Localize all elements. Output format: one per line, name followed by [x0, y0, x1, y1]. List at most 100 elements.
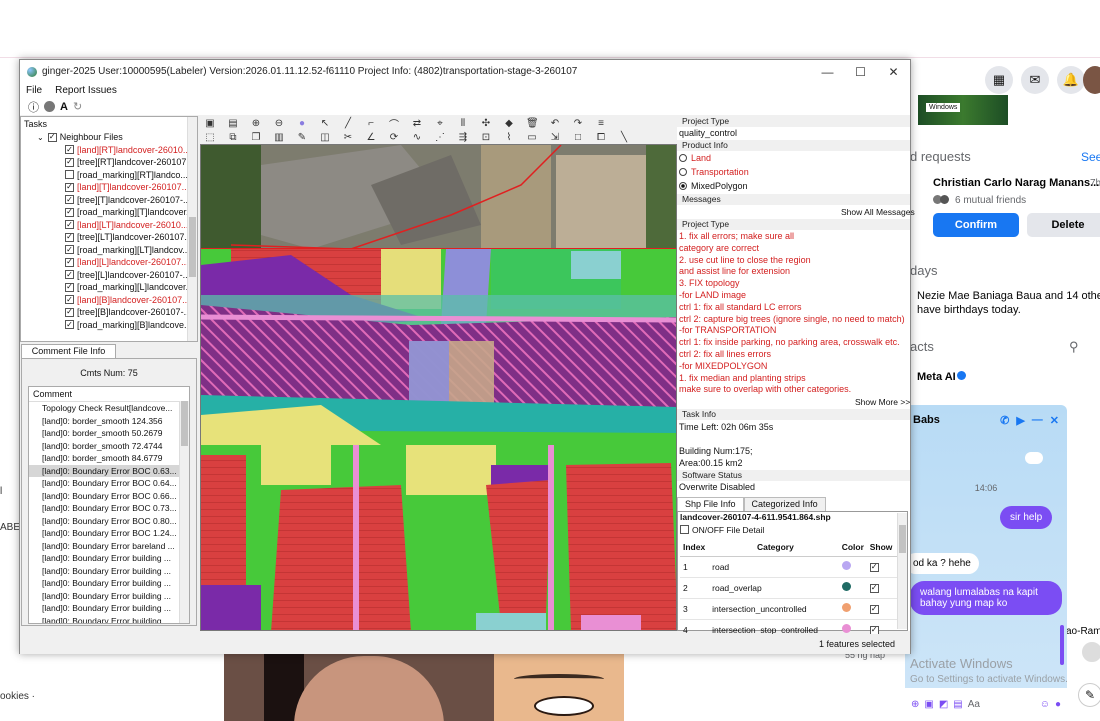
tree-item[interactable]: ✓ [land][L]landcover-260107...	[21, 256, 197, 269]
draw-corner-icon[interactable]: ⌐	[365, 118, 377, 129]
redo-icon[interactable]: ↷	[572, 118, 584, 129]
contact-avatar[interactable]	[1080, 640, 1100, 664]
tree-item-checkbox[interactable]: ✓	[65, 245, 74, 255]
tree-item-checkbox[interactable]: ✓	[65, 295, 74, 305]
comment-row[interactable]: [land]0: border_smooth 124.356	[29, 415, 181, 428]
comment-row[interactable]: [land]0: border_smooth 72.4744	[29, 440, 181, 453]
tree-item[interactable]: ✓ [road_marking][L]landcover...	[21, 281, 197, 294]
tree-item-checkbox[interactable]: ✓	[65, 270, 74, 280]
comment-row[interactable]: [land]0: Boundary Error BOC 0.64...	[29, 477, 181, 490]
table-row[interactable]: 1 road ✓	[680, 556, 897, 578]
tasks-scrollbar[interactable]	[187, 117, 197, 341]
table-row[interactable]: 2 road_overlap ✓	[680, 577, 897, 599]
tree-item-checkbox[interactable]	[65, 170, 74, 180]
tab-shp-file-info[interactable]: Shp File Info	[677, 497, 744, 511]
onoff-row[interactable]: ON/OFF File Detail	[678, 523, 907, 536]
radio-land[interactable]	[679, 154, 687, 162]
menu-report-issues[interactable]: Report Issues	[55, 85, 117, 96]
tree-group[interactable]: ⌄ ✓ Neighbour Files	[21, 131, 197, 144]
chat-input-field[interactable]: Aa	[968, 699, 1035, 710]
messenger-icon[interactable]: ✉	[1021, 66, 1049, 94]
tab-categorized-info[interactable]: Categorized Info	[743, 497, 826, 511]
show-all-messages-button[interactable]: Show All Messages	[839, 207, 915, 217]
delete-icon[interactable]: 🗑	[526, 118, 539, 129]
tree-item[interactable]: [road_marking][RT]landco...	[21, 169, 197, 182]
tree-item[interactable]: ✓ [land][T]landcover-260107...	[21, 181, 197, 194]
draw-line-icon[interactable]: ╱	[342, 118, 354, 129]
tree-item-checkbox[interactable]: ✓	[65, 157, 74, 167]
expand-chevron-icon[interactable]: ⌄	[37, 133, 44, 142]
edit-icon[interactable]: ✎	[296, 132, 308, 143]
map-image-icon[interactable]: ▣	[204, 118, 216, 129]
copy-icon[interactable]: ❐	[250, 132, 262, 143]
select-point-icon[interactable]: ●	[296, 118, 308, 129]
delete-button[interactable]: Delete	[1027, 213, 1100, 237]
angle-icon[interactable]: ∠	[365, 132, 377, 143]
table-row[interactable]: 3 intersection_uncontrolled ✓	[680, 598, 897, 620]
emoji-icon[interactable]: ☺	[1040, 699, 1050, 710]
rect-tool-icon[interactable]: ▭	[526, 132, 538, 143]
rotate-icon[interactable]: ⟳	[388, 132, 400, 143]
tree-item-checkbox[interactable]: ✓	[65, 257, 74, 267]
comment-row[interactable]: [land]0: border_smooth 50.2679	[29, 427, 181, 440]
tree-item-checkbox[interactable]: ✓	[65, 232, 74, 242]
show-checkbox[interactable]: ✓	[869, 583, 879, 593]
tree-item[interactable]: ✓ [land][LT]landcover-26010...	[21, 219, 197, 232]
tree-item[interactable]: ✓ [land][RT]landcover-26010...	[21, 144, 197, 157]
gif-icon[interactable]: ▤	[953, 699, 962, 710]
sticker-icon[interactable]: ◩	[939, 699, 948, 710]
close-button[interactable]: ✕	[877, 65, 910, 79]
show-more-button[interactable]: Show More >>	[853, 397, 910, 407]
notifications-icon[interactable]: 🔔	[1057, 66, 1085, 94]
tree-item-checkbox[interactable]: ✓	[65, 207, 74, 217]
menu-grid-icon[interactable]: ▦	[985, 66, 1013, 94]
tree-item[interactable]: ✓ [tree][LT]landcover-260107...	[21, 231, 197, 244]
tree-item-checkbox[interactable]: ✓	[65, 182, 74, 192]
tree-item-checkbox[interactable]: ✓	[65, 195, 74, 205]
curve-tool-icon[interactable]: ⌇	[503, 132, 515, 143]
tree-item-checkbox[interactable]: ✓	[65, 145, 74, 155]
comment-row[interactable]: [land]0: Boundary Error building ...	[29, 590, 181, 603]
menu-icon[interactable]: ≡	[595, 118, 607, 129]
layer-icon[interactable]: ◫	[319, 132, 331, 143]
close-icon[interactable]: ✕	[1050, 414, 1059, 427]
side-contact-name[interactable]: ao-Ram	[1066, 626, 1100, 637]
tree-item[interactable]: ✓ [road_marking][B]landcove...	[21, 319, 197, 332]
zoom-in-icon[interactable]: ⊕	[250, 118, 262, 129]
measure-icon[interactable]: ╲	[618, 132, 630, 143]
tree-item[interactable]: ✓ [tree][T]landcover-260107-...	[21, 194, 197, 207]
comment-row[interactable]: [land]0: Boundary Error BOC 0.63...	[29, 464, 181, 477]
plus-icon[interactable]: ⊕	[911, 699, 919, 710]
pin-icon[interactable]: ⌖	[434, 118, 446, 129]
export-icon[interactable]: ⇲	[549, 132, 561, 143]
see-all-link[interactable]: See	[1081, 150, 1100, 164]
tree-item[interactable]: ✓ [tree][B]landcover-260107-...	[21, 306, 197, 319]
link-icon[interactable]: ⇄	[411, 118, 423, 129]
comment-row[interactable]: Topology Check Result[landcove...	[29, 402, 181, 415]
comment-row[interactable]: [land]0: Boundary Error BOC 0.80...	[29, 515, 181, 528]
new-message-icon[interactable]: ✎	[1078, 683, 1100, 707]
assist-line-icon[interactable]: ⋰	[434, 132, 446, 143]
tree-item-checkbox[interactable]: ✓	[65, 220, 74, 230]
paste-icon[interactable]: ▥	[273, 132, 285, 143]
product-option-mixedpolygon[interactable]: MixedPolygon	[677, 181, 748, 191]
requester-name[interactable]: Christian Carlo Narag Manans...	[933, 177, 1099, 189]
video-call-icon[interactable]: ▶	[1016, 414, 1024, 427]
draw-curve-icon[interactable]: ⌒	[388, 116, 400, 131]
tree-item-checkbox[interactable]: ✓	[65, 282, 74, 292]
search-icon[interactable]: ⚲	[1069, 339, 1079, 355]
rectangle-icon[interactable]: □	[572, 132, 584, 143]
select-tool-icon[interactable]: ⬚	[204, 132, 216, 143]
font-icon[interactable]: A	[60, 101, 68, 113]
shp-scrollbar[interactable]	[897, 513, 907, 629]
color-swatch[interactable]	[841, 582, 851, 591]
merge-icon[interactable]: ⧉	[227, 132, 239, 143]
minimize-button[interactable]: —	[811, 65, 844, 79]
tree-item[interactable]: ✓ [tree][L]landcover-260107-...	[21, 269, 197, 282]
comment-row[interactable]: [land]0: Boundary Error BOC 0.73...	[29, 502, 181, 515]
chat-scrollbar[interactable]	[1060, 625, 1064, 665]
split-icon[interactable]: ⫴	[457, 118, 469, 129]
like-icon[interactable]: ●	[1055, 699, 1061, 710]
show-checkbox[interactable]: ✓	[869, 562, 879, 572]
radio-transportation[interactable]	[679, 168, 687, 176]
